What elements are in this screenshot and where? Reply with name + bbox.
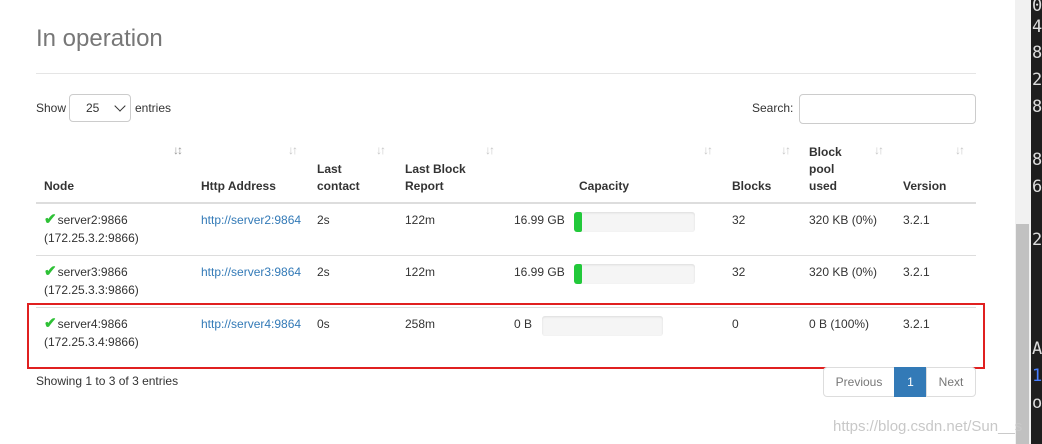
row-2-http-link[interactable]: http://server3:9864 [201,263,301,281]
terminal-char: 8 [1032,150,1042,170]
section-title: In operation [36,25,163,52]
terminal-char: 2 [1032,230,1042,250]
col-block-pool-used[interactable]: Block pool used [809,144,842,195]
pagination-previous[interactable]: Previous [823,367,895,397]
check-icon: ✔ [44,211,57,228]
entries-label: entries [135,101,172,115]
terminal-char: 4 [1032,17,1042,37]
pagination-next[interactable]: Next [926,367,976,397]
col-pool-line3: used [809,179,838,193]
row-2-capacity: 16.99 GB [514,265,565,279]
sort-icon[interactable]: ↓↑ [485,143,495,157]
chevron-down-icon [114,100,126,112]
col-pool-line2: pool [809,162,835,176]
col-capacity[interactable]: Capacity [579,178,629,195]
terminal-char: 1 [1032,366,1042,386]
capacity-fill [574,264,583,284]
row-1-last-contact: 2s [317,213,330,227]
terminal-char: 0 [1032,0,1042,16]
show-label: Show [36,101,67,115]
row-1-version: 3.2.1 [903,213,930,227]
terminal-char: 2 [1032,70,1042,90]
col-last-block-line1: Last Block [405,162,466,176]
sort-icon[interactable]: ↓↑ [955,143,965,157]
terminal-char: 8 [1032,97,1042,117]
sort-asc-icon[interactable]: ↓↕ [173,143,183,157]
col-last-contact[interactable]: Last contact [317,161,360,195]
row-1-node: ✔server2:9866 (172.25.3.2:9866) [44,211,139,247]
row-1-blocks: 32 [732,213,746,227]
header-border [36,202,976,204]
check-icon: ✔ [44,263,57,280]
row-2-blocks: 32 [732,265,746,279]
col-last-block-report[interactable]: Last Block Report [405,161,466,195]
pagination-page-1[interactable]: 1 [894,367,927,397]
row-1-pool: 320 KB (0%) [809,213,878,227]
table-info: Showing 1 to 3 of 3 entries [36,374,179,388]
page-length-select[interactable]: 25 [69,94,131,122]
search-input[interactable] [799,94,976,124]
col-blocks[interactable]: Blocks [732,178,771,195]
row-2-last-block: 122m [405,265,436,279]
row-2-node: ✔server3:9866 (172.25.3.3:9866) [44,263,139,299]
row-2-capacity-bar [574,264,695,284]
row-2-last-contact: 2s [317,265,330,279]
scrollbar-thumb[interactable] [1016,224,1029,444]
node-name: server2:9866 [57,213,128,227]
col-version[interactable]: Version [903,178,946,195]
row-2-pool: 320 KB (0%) [809,265,878,279]
terminal-char: A [1032,339,1042,359]
col-http-address[interactable]: Http Address [201,178,276,195]
terminal-strip: 0 4 8 2 8 8 6 2 A 1 o [1031,0,1042,444]
col-pool-line1: Block [809,145,842,159]
node-ip: (172.25.3.2:9866) [44,231,139,245]
sort-icon[interactable]: ↓↑ [781,143,791,157]
page-length-value: 25 [86,101,100,115]
node-name: server3:9866 [57,265,128,279]
capacity-fill [574,212,583,232]
search-label: Search: [752,101,794,115]
col-last-block-line2: Report [405,179,444,193]
sort-icon[interactable]: ↓↑ [703,143,713,157]
row-1-last-block: 122m [405,213,436,227]
main-panel: In operation Show 25 entries Search: Nod… [0,0,1015,444]
highlight-box [27,303,985,369]
row-1-capacity-bar [574,212,695,232]
row-1-capacity: 16.99 GB [514,213,565,227]
sort-icon[interactable]: ↓↑ [288,143,298,157]
node-ip: (172.25.3.3:9866) [44,283,139,297]
divider [36,73,976,74]
col-last-contact-line2: contact [317,179,360,193]
col-last-contact-line1: Last [317,162,342,176]
row-border [36,255,976,256]
terminal-char: 8 [1032,43,1042,63]
terminal-char: o [1032,393,1042,413]
sort-icon[interactable]: ↓↑ [874,143,884,157]
col-node[interactable]: Node [44,178,74,195]
row-1-http-link[interactable]: http://server2:9864 [201,211,301,229]
terminal-char: 6 [1032,177,1042,197]
watermark: https://blog.csdn.net/Sun__s [833,418,1023,435]
row-2-version: 3.2.1 [903,265,930,279]
sort-icon[interactable]: ↓↑ [376,143,386,157]
